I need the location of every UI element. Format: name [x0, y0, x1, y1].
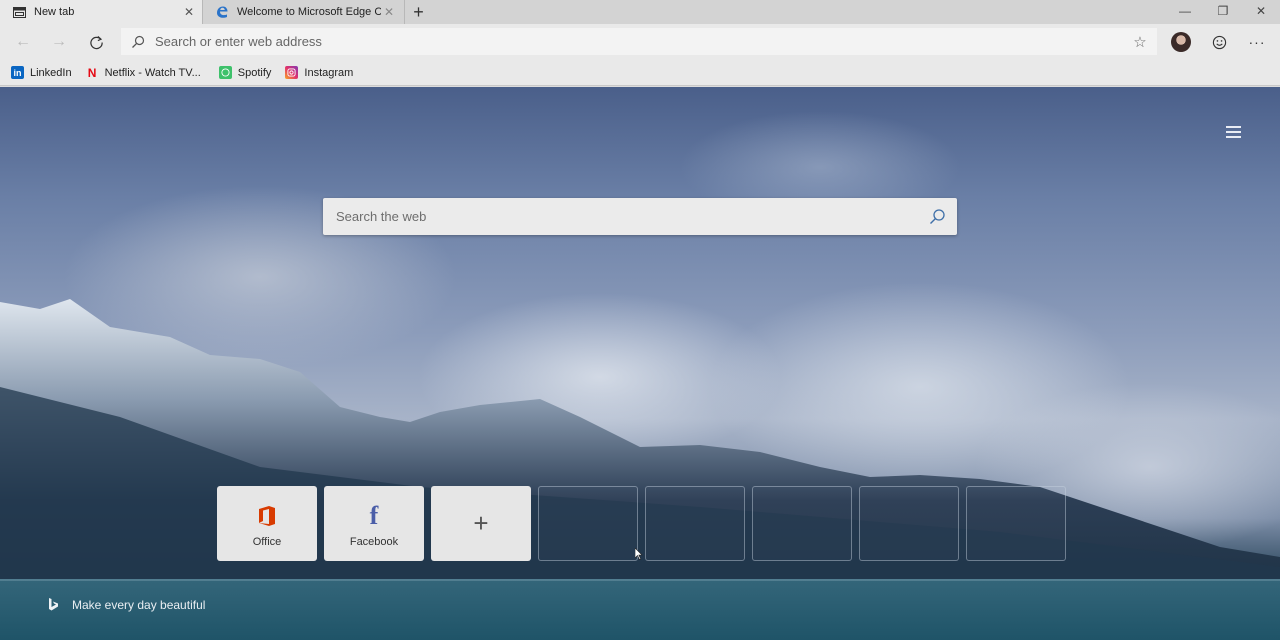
- spotify-icon: [218, 66, 232, 79]
- newtab-page-icon: [12, 5, 26, 19]
- empty-site-slot: [966, 486, 1066, 561]
- page-settings-menu-button[interactable]: [1222, 123, 1244, 141]
- address-bar: ☆: [121, 28, 1157, 55]
- web-search-button[interactable]: [917, 198, 957, 235]
- avatar: [1171, 32, 1191, 52]
- tab-label: New tab: [34, 6, 75, 18]
- forward-button[interactable]: →: [41, 26, 77, 58]
- tab-label: Welcome to Microsoft Edge Can: [237, 6, 381, 18]
- tile-label: Office: [252, 536, 282, 548]
- navigation-toolbar: ← → ☆ ···: [0, 24, 1280, 60]
- empty-site-slot: [752, 486, 852, 561]
- add-favorite-star-icon[interactable]: ☆: [1123, 33, 1157, 51]
- netflix-icon: N: [87, 65, 97, 80]
- close-tab-icon[interactable]: ✕: [181, 4, 197, 20]
- bing-image-credit[interactable]: Make every day beautiful: [48, 597, 205, 612]
- new-tab-button[interactable]: +: [404, 0, 432, 24]
- minimize-button[interactable]: —: [1166, 0, 1204, 22]
- close-tab-icon[interactable]: ✕: [381, 4, 397, 20]
- tab-welcome-edge[interactable]: Welcome to Microsoft Edge Can ✕: [202, 0, 402, 24]
- favorite-spotify[interactable]: Spotify: [218, 66, 272, 79]
- favorite-label: LinkedIn: [30, 66, 72, 79]
- refresh-button[interactable]: [78, 26, 114, 58]
- smiley-icon: [1212, 35, 1226, 49]
- empty-site-slot: [645, 486, 745, 561]
- top-site-facebook[interactable]: f Facebook: [324, 486, 424, 561]
- empty-site-slot: [538, 486, 638, 561]
- facebook-icon: f: [369, 501, 379, 530]
- favorite-instagram[interactable]: Instagram: [285, 66, 353, 79]
- profile-button[interactable]: [1162, 26, 1200, 58]
- bing-logo-icon: [48, 597, 62, 612]
- plus-icon: +: [473, 508, 489, 538]
- favorite-linkedin[interactable]: in LinkedIn: [11, 66, 72, 79]
- favorite-netflix[interactable]: N Netflix - Watch TV...: [86, 65, 201, 80]
- back-button[interactable]: ←: [5, 26, 41, 58]
- tile-label: Facebook: [349, 536, 399, 548]
- top-site-office[interactable]: Office: [217, 486, 317, 561]
- close-window-button[interactable]: ✕: [1242, 0, 1280, 22]
- hamburger-icon: [1225, 126, 1241, 128]
- mouse-cursor-icon: [635, 548, 643, 560]
- office-icon: [258, 503, 276, 529]
- right-toolbar: ···: [1162, 24, 1280, 60]
- search-icon: [121, 35, 155, 49]
- tab-strip: New tab ✕ Welcome to Microsoft Edge Can …: [0, 0, 1280, 24]
- refresh-icon: [89, 35, 103, 49]
- favorites-bar: in LinkedIn N Netflix - Watch TV... Spot…: [0, 60, 1280, 86]
- search-icon: [930, 208, 945, 224]
- empty-site-slot: [859, 486, 959, 561]
- tab-new-tab[interactable]: New tab ✕: [0, 0, 202, 24]
- window-controls: — ❐ ✕: [1166, 0, 1280, 24]
- favorite-label: Instagram: [304, 66, 354, 79]
- add-site-button[interactable]: +: [431, 486, 531, 561]
- settings-more-button[interactable]: ···: [1238, 26, 1276, 58]
- new-tab-page: Office f Facebook + Make every day beaut…: [0, 87, 1280, 640]
- instagram-icon: [285, 66, 299, 79]
- edge-icon: [215, 5, 229, 19]
- restore-button[interactable]: ❐: [1204, 0, 1242, 22]
- feedback-button[interactable]: [1200, 26, 1238, 58]
- linkedin-icon: in: [11, 66, 24, 79]
- address-input[interactable]: [155, 34, 1123, 49]
- web-search-box: [323, 198, 957, 235]
- bing-tagline: Make every day beautiful: [72, 597, 206, 612]
- favorite-label: Spotify: [237, 66, 272, 79]
- web-search-input[interactable]: [323, 209, 917, 224]
- favorite-label: Netflix - Watch TV...: [104, 66, 201, 79]
